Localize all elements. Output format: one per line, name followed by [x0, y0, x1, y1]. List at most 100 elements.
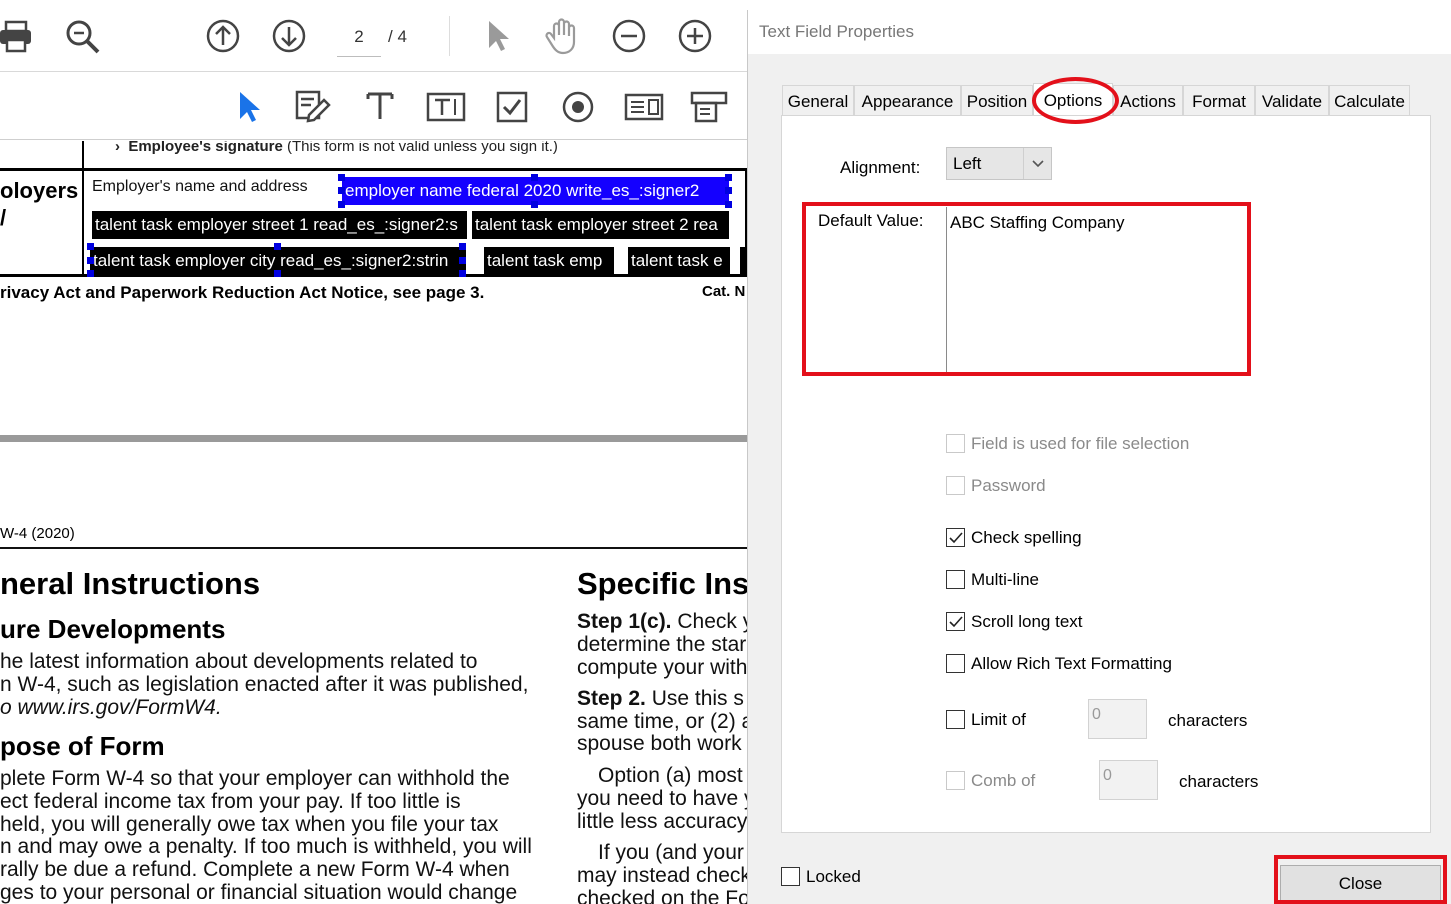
- radio-tool-icon[interactable]: [561, 90, 595, 124]
- limit-characters-input[interactable]: 0: [1088, 699, 1147, 739]
- tab-calculate[interactable]: Calculate: [1329, 85, 1410, 116]
- header-rule: [0, 547, 747, 549]
- selection-handle[interactable]: [725, 187, 732, 194]
- options-tab-highlight: [1032, 77, 1119, 124]
- check-spelling-checkbox[interactable]: [946, 528, 965, 547]
- selection-handle[interactable]: [87, 270, 94, 277]
- form-id: W-4 (2020): [0, 525, 75, 542]
- paragraph-line: n W-4, such as legislation enacted after…: [0, 673, 529, 696]
- general-instructions-heading: neral Instructions: [0, 566, 261, 601]
- tab-position[interactable]: Position: [961, 85, 1033, 116]
- dropdown-tool-icon[interactable]: [690, 89, 730, 125]
- alignment-label: Alignment:: [840, 158, 921, 177]
- print-icon[interactable]: [0, 18, 34, 54]
- paragraph-line: you need to have y: [577, 787, 747, 810]
- checkbox-tool-icon[interactable]: [495, 90, 529, 124]
- paragraph-line: compute your with: [577, 656, 747, 679]
- text-box-icon[interactable]: [426, 91, 466, 123]
- comb-characters-unit: characters: [1179, 772, 1259, 791]
- limit-of-checkbox[interactable]: [946, 710, 965, 729]
- selection-handle[interactable]: [338, 187, 345, 194]
- page-total: / 4: [388, 27, 407, 46]
- tab-appearance[interactable]: Appearance: [854, 85, 961, 116]
- password-label: Password: [971, 476, 1046, 495]
- edit-form-icon[interactable]: [294, 86, 332, 126]
- paragraph-line: checked on the Fo: [577, 887, 747, 904]
- selection-handle[interactable]: [531, 174, 538, 181]
- default-value-highlight: [802, 202, 1251, 376]
- selection-handle[interactable]: [725, 174, 732, 181]
- selection-handle[interactable]: [459, 257, 466, 264]
- table-border: [82, 141, 84, 275]
- section-label-fragment: /: [0, 205, 7, 230]
- paragraph-line: ect federal income tax from your pay. If…: [0, 790, 461, 813]
- multi-line-checkbox[interactable]: [946, 570, 965, 589]
- close-button-highlight: [1274, 855, 1447, 904]
- selection-handle[interactable]: [459, 243, 466, 250]
- comb-of-checkbox[interactable]: [946, 771, 965, 790]
- selection-handle[interactable]: [725, 201, 732, 208]
- employer-state-field[interactable]: talent task emp: [484, 247, 614, 275]
- paragraph-line: may instead check: [577, 864, 747, 887]
- zoom-out-icon[interactable]: [611, 18, 647, 54]
- selection-handle[interactable]: [274, 243, 281, 250]
- hand-icon[interactable]: [544, 16, 582, 56]
- dialog-title: Text Field Properties: [748, 10, 1451, 54]
- locked-checkbox[interactable]: [781, 867, 800, 886]
- multi-line-label: Multi-line: [971, 570, 1040, 589]
- scroll-long-text-label: Scroll long text: [971, 612, 1083, 631]
- zoom-icon[interactable]: [64, 18, 102, 56]
- zoom-in-icon[interactable]: [677, 18, 713, 54]
- selection-handle[interactable]: [459, 270, 466, 277]
- form-tools-toolbar: [0, 72, 747, 140]
- selection-handle[interactable]: [338, 174, 345, 181]
- tab-general[interactable]: General: [782, 85, 854, 116]
- selection-handle[interactable]: [87, 243, 94, 250]
- main-toolbar: 2 / 4: [0, 0, 747, 72]
- step-label: Step 1(c).: [577, 610, 672, 633]
- employer-street2-field[interactable]: talent task employer street 2 rea: [472, 211, 729, 239]
- page-break: [0, 435, 747, 442]
- file-selection-label: Field is used for file selection: [971, 434, 1190, 453]
- signature-line: › Employee's signature (This form is not…: [115, 141, 558, 155]
- paragraph-line: Step 2. Use this s: [577, 687, 744, 711]
- employer-zip-field[interactable]: talent task e: [628, 247, 730, 275]
- paragraph-line: spouse both work: [577, 732, 742, 755]
- text-field-icon[interactable]: [365, 89, 395, 123]
- select-cursor-icon[interactable]: [484, 18, 514, 54]
- selection-handle[interactable]: [274, 270, 281, 277]
- employer-extra-field[interactable]: [740, 247, 747, 275]
- rich-text-label: Allow Rich Text Formatting: [971, 654, 1172, 673]
- page-down-icon[interactable]: [271, 18, 307, 54]
- password-checkbox[interactable]: [946, 476, 965, 495]
- tab-validate[interactable]: Validate: [1255, 85, 1329, 116]
- rich-text-checkbox[interactable]: [946, 654, 965, 673]
- comb-of-label: Comb of: [971, 771, 1036, 790]
- privacy-notice: rivacy Act and Paperwork Reduction Act N…: [0, 283, 485, 302]
- page-number-input[interactable]: 2: [337, 24, 381, 57]
- list-box-icon[interactable]: [624, 91, 664, 123]
- catalog-number: Cat. N: [702, 283, 746, 300]
- tab-actions[interactable]: Actions: [1113, 85, 1183, 116]
- signature-label: Employee's signature: [128, 141, 283, 155]
- purpose-heading: pose of Form: [0, 731, 165, 761]
- scroll-long-text-checkbox[interactable]: [946, 612, 965, 631]
- select-object-icon[interactable]: [236, 89, 264, 125]
- paragraph-line: he latest information about developments…: [0, 650, 478, 673]
- page-up-icon[interactable]: [205, 18, 241, 54]
- alignment-value: Left: [953, 154, 982, 173]
- alignment-select[interactable]: Left: [946, 147, 1052, 180]
- paragraph-line: Step 1(c). Check y: [577, 610, 747, 634]
- locked-label: Locked: [806, 867, 861, 886]
- comb-characters-input[interactable]: 0: [1099, 760, 1158, 800]
- selection-handle[interactable]: [531, 201, 538, 208]
- paragraph-line: o www.irs.gov/FormW4.: [0, 696, 222, 719]
- selection-handle[interactable]: [338, 201, 345, 208]
- paragraph-line: held, you will generally owe tax when yo…: [0, 813, 499, 836]
- selection-handle[interactable]: [87, 257, 94, 264]
- paragraph-line: little less accuracy: [577, 810, 747, 833]
- file-selection-checkbox[interactable]: [946, 434, 965, 453]
- employer-street1-field[interactable]: talent task employer street 1 read_es_:s…: [92, 211, 467, 239]
- tab-format[interactable]: Format: [1183, 85, 1255, 116]
- future-developments-heading: ure Developments: [0, 614, 226, 644]
